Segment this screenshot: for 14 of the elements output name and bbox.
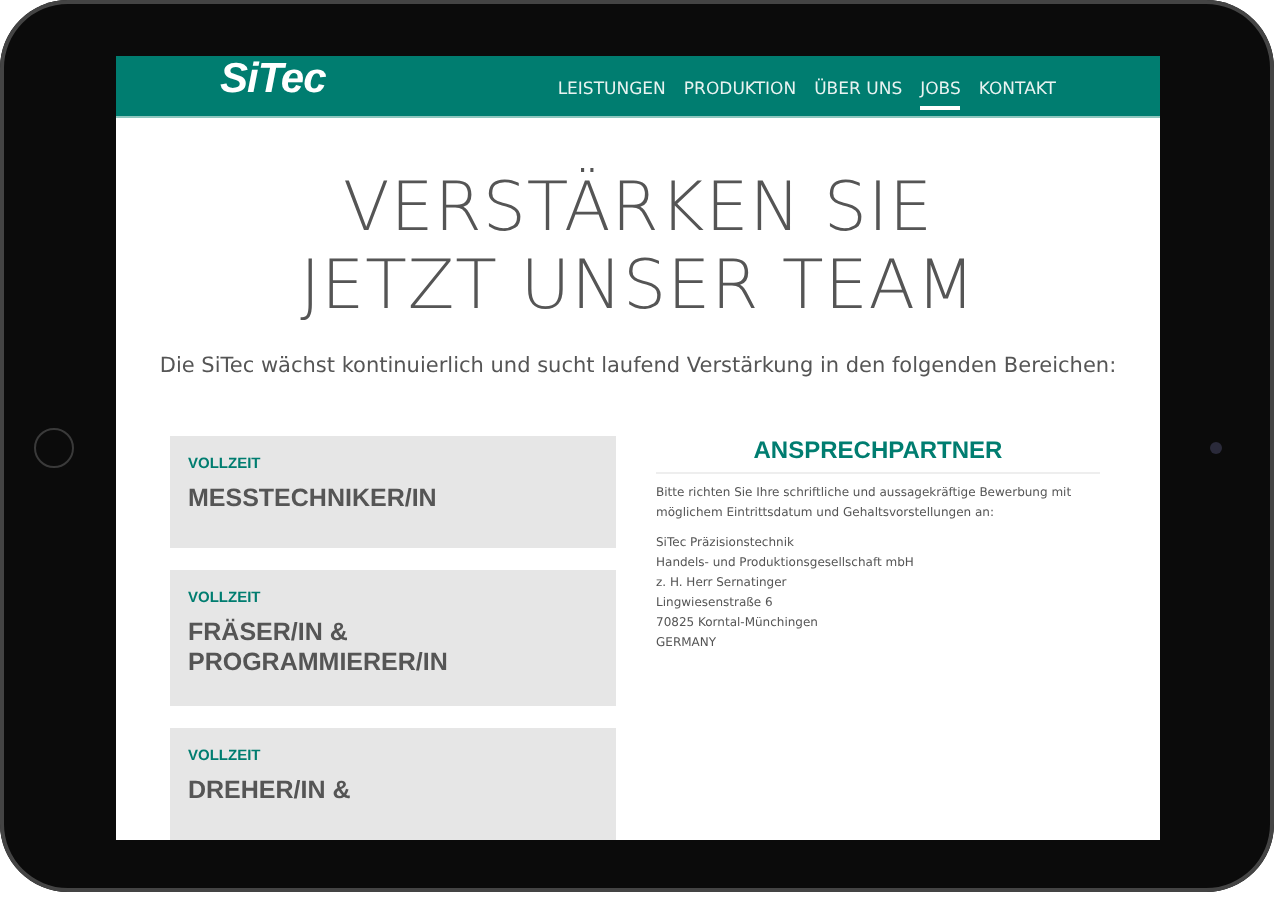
page-heading: VERSTÄRKEN SIE JETZT UNSER TEAM: [300, 170, 976, 326]
nav-link[interactable]: PRODUKTION: [683, 74, 797, 110]
home-button[interactable]: [34, 428, 74, 468]
nav-link[interactable]: KONTAKT: [978, 74, 1056, 110]
contact-heading: ANSPRECHPARTNER: [656, 436, 1100, 474]
job-title: DREHER/IN &: [188, 776, 353, 806]
sitec-logo[interactable]: SiTec: [220, 56, 326, 104]
nav-link[interactable]: LEISTUNGEN: [557, 74, 666, 110]
job-title: FRÄSER/IN & PROGRAMMIERER/IN: [188, 618, 450, 678]
camera-icon: [1209, 442, 1221, 454]
nav-link[interactable]: ÜBER UNS: [814, 74, 903, 110]
job-title: MESSTECHNIKER/IN: [188, 484, 439, 514]
nav-link[interactable]: JOBS: [920, 74, 961, 110]
intro-text: Die SiTec wächst kontinuierlich und sucht laufend Verstärkung in den folgenden Bereichen:: [159, 354, 1117, 378]
